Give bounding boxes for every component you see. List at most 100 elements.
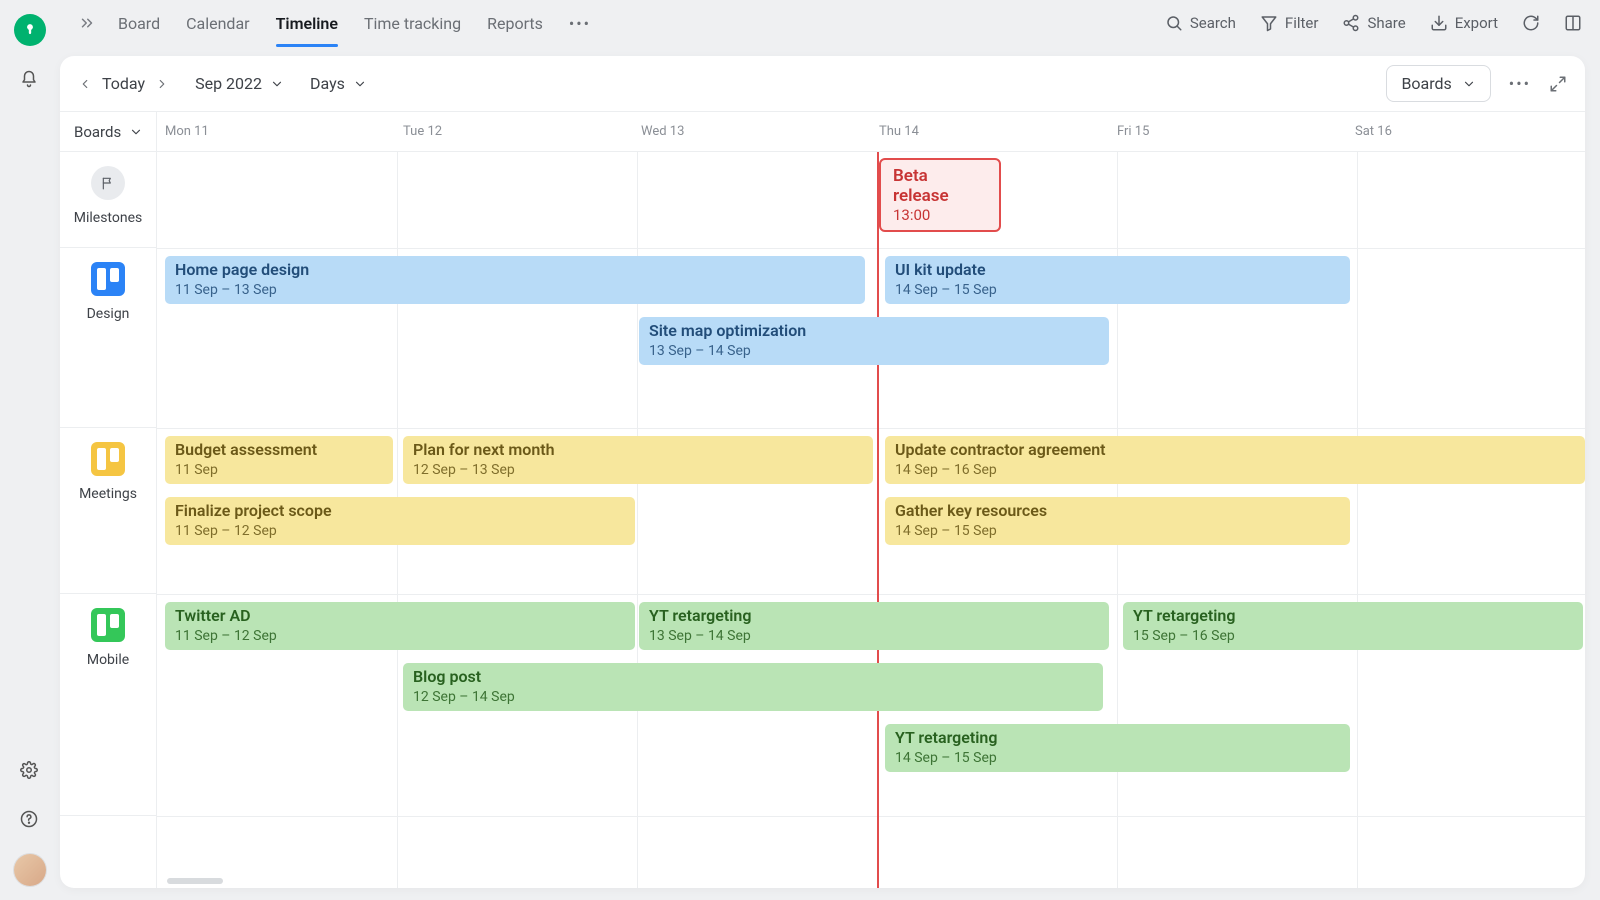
fullscreen-icon[interactable]: [1549, 75, 1567, 93]
today-button[interactable]: Today: [102, 74, 145, 93]
collapse-sidebar-icon[interactable]: [78, 14, 96, 32]
boards-dropdown[interactable]: Boards: [1386, 65, 1490, 102]
action-label: Export: [1455, 14, 1498, 32]
day-header: Thu 14: [871, 112, 1109, 151]
task-yt-retargeting-1[interactable]: YT retargeting 13 Sep – 14 Sep: [639, 602, 1109, 650]
granularity-picker[interactable]: Days: [310, 74, 367, 93]
board-icon-mobile: [91, 608, 125, 642]
action-search[interactable]: Search: [1165, 14, 1236, 32]
task-dates: 15 Sep – 16 Sep: [1133, 628, 1573, 646]
grouping-dropdown[interactable]: Boards: [60, 112, 156, 152]
action-filter[interactable]: Filter: [1260, 14, 1319, 32]
task-dates: 13 Sep – 14 Sep: [649, 343, 1099, 361]
row-mobile[interactable]: Mobile: [60, 594, 156, 816]
day-header: Mon 11: [157, 112, 395, 151]
chevron-down-icon: [353, 77, 367, 91]
today-indicator: [877, 152, 879, 888]
day-header: Wed 13: [633, 112, 871, 151]
row-label: Design: [87, 306, 130, 322]
horizontal-scrollbar[interactable]: [167, 878, 223, 884]
prev-day-button[interactable]: [78, 77, 92, 91]
task-dates: 12 Sep – 14 Sep: [413, 689, 1093, 707]
task-dates: 11 Sep: [175, 462, 383, 480]
day-header: Sat 16: [1347, 112, 1585, 151]
action-refresh[interactable]: [1522, 14, 1540, 32]
chevron-down-icon: [129, 125, 143, 139]
next-day-button[interactable]: [155, 77, 169, 91]
action-share[interactable]: Share: [1342, 14, 1405, 32]
chevron-down-icon: [270, 77, 284, 91]
task-blog-post[interactable]: Blog post 12 Sep – 14 Sep: [403, 663, 1103, 711]
milestone-beta-release[interactable]: Beta release 13:00: [879, 158, 1001, 232]
month-picker[interactable]: Sep 2022: [195, 74, 284, 93]
granularity-label: Days: [310, 74, 345, 93]
task-dates: 12 Sep – 13 Sep: [413, 462, 863, 480]
task-title: YT retargeting: [1133, 606, 1573, 626]
tab-calendar[interactable]: Calendar: [186, 4, 249, 43]
milestone-title: Beta release: [893, 166, 987, 206]
task-title: Plan for next month: [413, 440, 863, 460]
tab-reports[interactable]: Reports: [487, 4, 543, 43]
task-site-map-optimization[interactable]: Site map optimization 13 Sep – 14 Sep: [639, 317, 1109, 365]
task-title: YT retargeting: [649, 606, 1099, 626]
settings-icon[interactable]: [20, 761, 38, 779]
task-home-page-design[interactable]: Home page design 11 Sep – 13 Sep: [165, 256, 865, 304]
action-label: Share: [1367, 14, 1405, 32]
action-export[interactable]: Export: [1430, 14, 1498, 32]
action-label: Filter: [1285, 14, 1319, 32]
row-milestones[interactable]: Milestones: [60, 152, 156, 248]
more-menu-icon[interactable]: •••: [1509, 74, 1531, 93]
tab-time-tracking[interactable]: Time tracking: [364, 4, 461, 43]
task-title: YT retargeting: [895, 728, 1340, 748]
panel-icon: [1564, 14, 1582, 32]
action-label: Search: [1190, 14, 1236, 32]
task-dates: 14 Sep – 15 Sep: [895, 750, 1340, 768]
tab-board[interactable]: Board: [118, 4, 160, 43]
user-avatar[interactable]: [14, 854, 46, 886]
share-icon: [1342, 14, 1360, 32]
flag-icon: [91, 166, 125, 200]
task-title: Update contractor agreement: [895, 440, 1575, 460]
task-gather-key-resources[interactable]: Gather key resources 14 Sep – 15 Sep: [885, 497, 1350, 545]
row-label: Milestones: [74, 210, 143, 226]
boards-label: Boards: [1401, 74, 1451, 93]
task-title: Budget assessment: [175, 440, 383, 460]
board-icon-design: [91, 262, 125, 296]
row-meetings[interactable]: Meetings: [60, 428, 156, 594]
task-plan-for-next-month[interactable]: Plan for next month 12 Sep – 13 Sep: [403, 436, 873, 484]
help-icon[interactable]: [20, 810, 38, 828]
refresh-icon: [1522, 14, 1540, 32]
row-label: Meetings: [79, 486, 137, 502]
row-design[interactable]: Design: [60, 248, 156, 428]
task-dates: 11 Sep – 13 Sep: [175, 282, 855, 300]
task-yt-retargeting-2[interactable]: YT retargeting 15 Sep – 16 Sep: [1123, 602, 1583, 650]
task-title: Site map optimization: [649, 321, 1099, 341]
task-title: Finalize project scope: [175, 501, 625, 521]
task-twitter-ad[interactable]: Twitter AD 11 Sep – 12 Sep: [165, 602, 635, 650]
day-header: Tue 12: [395, 112, 633, 151]
task-title: Gather key resources: [895, 501, 1340, 521]
task-dates: 11 Sep – 12 Sep: [175, 523, 625, 541]
action-panels[interactable]: [1564, 14, 1582, 32]
task-yt-retargeting-3[interactable]: YT retargeting 14 Sep – 15 Sep: [885, 724, 1350, 772]
tabs-more-icon[interactable]: •••: [569, 14, 591, 33]
app-logo[interactable]: [14, 14, 46, 46]
board-icon-meetings: [91, 442, 125, 476]
task-dates: 13 Sep – 14 Sep: [649, 628, 1099, 646]
task-budget-assessment[interactable]: Budget assessment 11 Sep: [165, 436, 393, 484]
task-title: Twitter AD: [175, 606, 625, 626]
task-finalize-project-scope[interactable]: Finalize project scope 11 Sep – 12 Sep: [165, 497, 635, 545]
task-dates: 14 Sep – 15 Sep: [895, 282, 1340, 300]
chevron-down-icon: [1462, 77, 1476, 91]
month-label: Sep 2022: [195, 74, 262, 93]
notifications-icon[interactable]: [20, 70, 38, 88]
filter-icon: [1260, 14, 1278, 32]
task-ui-kit-update[interactable]: UI kit update 14 Sep – 15 Sep: [885, 256, 1350, 304]
grouping-label: Boards: [74, 123, 121, 141]
task-title: UI kit update: [895, 260, 1340, 280]
day-header: Fri 15: [1109, 112, 1347, 151]
tab-timeline[interactable]: Timeline: [276, 4, 338, 43]
task-update-contractor-agreement[interactable]: Update contractor agreement 14 Sep – 16 …: [885, 436, 1585, 484]
row-label: Mobile: [87, 652, 129, 668]
download-icon: [1430, 14, 1448, 32]
